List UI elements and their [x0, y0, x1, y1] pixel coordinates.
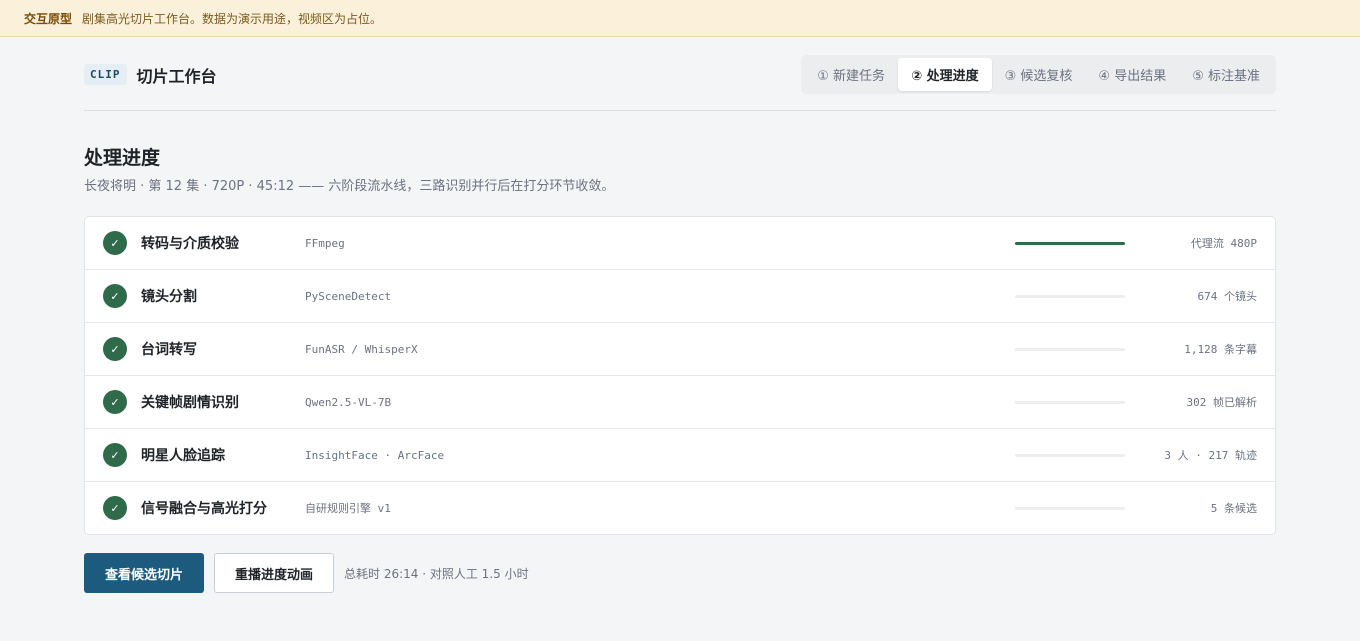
tab-progress[interactable]: ② 处理进度	[898, 58, 992, 91]
stage-progress-fill	[1015, 241, 1125, 245]
stage-progress-bar	[1015, 241, 1125, 245]
page-title: 处理进度	[84, 147, 161, 169]
view-candidates-button[interactable]: 查看候选切片	[84, 553, 205, 593]
tab-review[interactable]: ③ 候选复核	[992, 58, 1086, 91]
stage-result: 1,128 条字幕	[1184, 343, 1257, 356]
check-icon: ✓	[103, 443, 127, 467]
stage-row: ✓ 转码与介质校验 FFmpeg 代理流 480P	[85, 217, 1275, 270]
stage-tool: InsightFace · ArcFace	[305, 448, 445, 462]
tab-new-task[interactable]: ① 新建任务	[804, 58, 898, 91]
banner-message: 剧集高光切片工作台。数据为演示用途，视频区为占位。	[82, 11, 383, 26]
check-icon: ✓	[103, 390, 127, 414]
stage-row: ✓ 关键帧剧情识别 Qwen2.5-VL-7B 302 帧已解析	[85, 376, 1275, 429]
elapsed-time-note: 总耗时 26:14 · 对照人工 1.5 小时	[344, 566, 529, 581]
check-icon: ✓	[103, 231, 127, 255]
pipeline-stage-list: ✓ 转码与介质校验 FFmpeg 代理流 480P ✓ 镜头分割 PyScene…	[84, 216, 1276, 535]
stage-result: 代理流 480P	[1190, 237, 1257, 250]
stage-progress-bar	[1015, 400, 1125, 404]
stage-result: 5 条候选	[1210, 502, 1257, 515]
stage-tool: Qwen2.5-VL-7B	[305, 395, 392, 409]
stage-name: 台词转写	[141, 342, 197, 358]
app-header: CLIP 切片工作台 ① 新建任务 ② 处理进度 ③ 候选复核 ④ 导出结果 ⑤…	[84, 55, 1276, 94]
stage-progress-bar	[1015, 294, 1125, 298]
stage-tool: FFmpeg	[305, 236, 345, 250]
check-icon: ✓	[103, 496, 127, 520]
replay-animation-button[interactable]: 重播进度动画	[214, 553, 335, 593]
stage-progress-bar	[1015, 506, 1125, 510]
stage-result: 3 人 · 217 轨迹	[1164, 449, 1257, 462]
stage-progress-bar	[1015, 453, 1125, 457]
banner-tag: 交互原型	[24, 11, 73, 26]
stage-row: ✓ 信号融合与高光打分 自研规则引擎 v1 5 条候选	[85, 482, 1275, 534]
stage-tool: 自研规则引擎 v1	[305, 502, 391, 515]
page-subtitle: 长夜将明 · 第 12 集 · 720P · 45:12 —— 六阶段流水线，三…	[84, 179, 615, 194]
clip-badge: CLIP	[84, 64, 127, 85]
stage-result: 674 个镜头	[1197, 290, 1258, 303]
check-icon: ✓	[103, 284, 127, 308]
stage-tool: FunASR / WhisperX	[305, 342, 418, 356]
stage-name: 镜头分割	[141, 289, 197, 305]
app-title: 切片工作台	[136, 66, 217, 86]
stage-name: 明星人脸追踪	[141, 448, 225, 464]
brand: CLIP 切片工作台	[84, 63, 217, 87]
action-bar: 查看候选切片 重播进度动画 总耗时 26:14 · 对照人工 1.5 小时	[84, 553, 529, 593]
tab-benchmark[interactable]: ⑤ 标注基准	[1179, 58, 1273, 91]
stage-row: ✓ 明星人脸追踪 InsightFace · ArcFace 3 人 · 217…	[85, 429, 1275, 482]
stage-result: 302 帧已解析	[1186, 396, 1258, 409]
stage-name: 关键帧剧情识别	[141, 395, 239, 411]
check-icon: ✓	[103, 337, 127, 361]
tab-export[interactable]: ④ 导出结果	[1085, 58, 1179, 91]
stage-row: ✓ 台词转写 FunASR / WhisperX 1,128 条字幕	[85, 323, 1275, 376]
stage-progress-bar	[1015, 347, 1125, 351]
stage-name: 转码与介质校验	[141, 236, 239, 252]
stage-tool: PySceneDetect	[305, 289, 392, 303]
stage-name: 信号融合与高光打分	[141, 501, 267, 517]
step-tabs: ① 新建任务 ② 处理进度 ③ 候选复核 ④ 导出结果 ⑤ 标注基准	[801, 55, 1276, 94]
header-divider	[84, 110, 1276, 111]
prototype-banner: 交互原型 剧集高光切片工作台。数据为演示用途，视频区为占位。	[0, 0, 1360, 37]
stage-row: ✓ 镜头分割 PySceneDetect 674 个镜头	[85, 270, 1275, 323]
